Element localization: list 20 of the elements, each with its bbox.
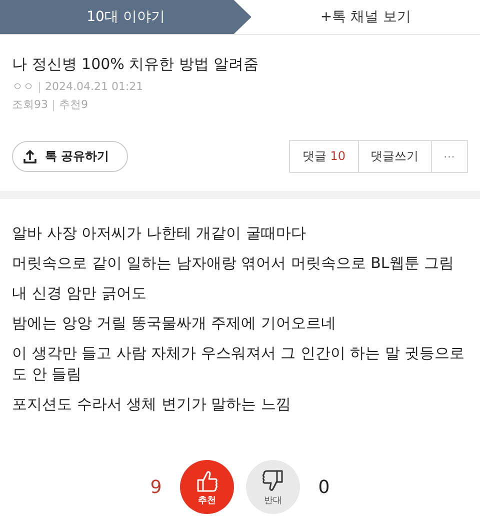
post-date: 2024.04.21 01:21	[45, 79, 144, 95]
oppose-button[interactable]: 반대	[246, 460, 300, 514]
share-icon	[23, 150, 37, 164]
view-count: 조회93	[12, 97, 48, 113]
post-text: 포지션도 수라서 생체 변기가 말하는 느낌	[12, 394, 292, 415]
recommend-button[interactable]: 추천	[180, 460, 234, 514]
channel-tab[interactable]: +톡 채널 보기	[251, 0, 480, 34]
post-text: 이 생각만 들고 사람 자체가 우스워져서 그 인간이 하는 말 귓등으로 도 안 들림	[12, 343, 466, 385]
channel-tab[interactable]: 10대 이야기	[0, 0, 252, 34]
recommend-count: 추천9	[59, 97, 88, 113]
post-text: 밤에는 앙앙 거릴 똥국물싸개 주제에 기어오르네	[12, 313, 337, 334]
post-text: 내 신경 암만 긁어도	[12, 283, 148, 304]
post-title: 나 정신병 100% 치유한 방법 알려줌	[12, 55, 260, 74]
thumbs-down-icon	[260, 468, 286, 494]
post-text: 알바 사장 아저씨가 나한테 개같이 굴때마다	[12, 223, 307, 244]
author-name: ㅇㅇ	[12, 79, 34, 95]
recommend-count: 9	[149, 476, 163, 498]
oppose-count: 0	[317, 476, 331, 498]
post-text: 머릿속으로 같이 일하는 남자애랑 엮어서 머릿속으로 BL웹툰 그림	[12, 253, 456, 274]
share-button[interactable]: 톡 공유하기	[12, 141, 128, 172]
